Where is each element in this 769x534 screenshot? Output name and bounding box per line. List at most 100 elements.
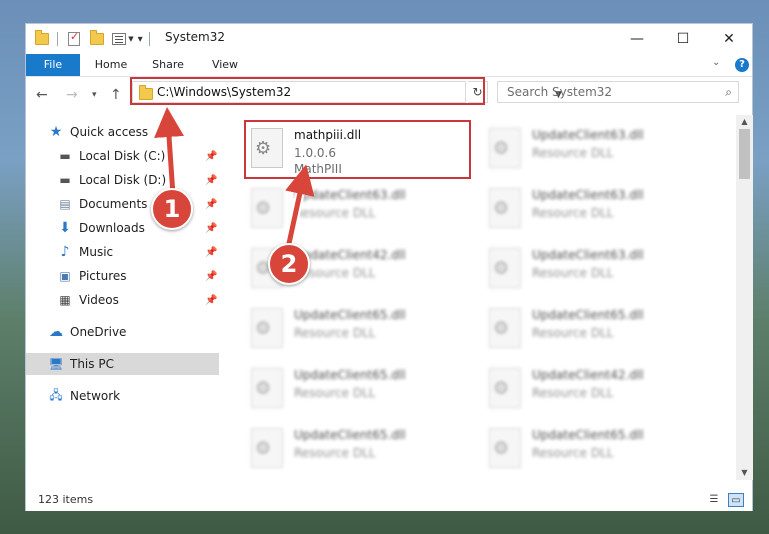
cloud-icon: ☁ bbox=[49, 324, 63, 340]
file-description: Resource DLL bbox=[532, 386, 614, 400]
file-name: UpdateClient65.dll bbox=[532, 428, 644, 442]
nav-item-label: Videos bbox=[79, 293, 119, 307]
callout-step-2: 2 bbox=[268, 243, 310, 285]
vertical-scrollbar[interactable]: ▲ ▼ bbox=[736, 115, 753, 480]
scroll-down-icon[interactable]: ▼ bbox=[736, 466, 753, 480]
pin-icon[interactable]: 📌 bbox=[205, 223, 217, 234]
file-description: Resource DLL bbox=[532, 206, 614, 220]
file-item[interactable]: UpdateClient65.dll Resource DLL bbox=[244, 420, 474, 476]
documents-icon: ▤ bbox=[59, 197, 71, 211]
network-icon: 🖧 bbox=[49, 387, 63, 402]
properties-check-icon[interactable] bbox=[68, 30, 80, 46]
scroll-up-icon[interactable]: ▲ bbox=[736, 115, 753, 129]
nav-item-network[interactable]: 🖧 Network bbox=[26, 385, 219, 407]
tab-home[interactable]: Home bbox=[84, 54, 138, 76]
minimize-button[interactable]: — bbox=[614, 24, 660, 54]
tab-file[interactable]: File bbox=[26, 54, 80, 76]
file-item[interactable]: UpdateClient63.dll Resource DLL bbox=[482, 180, 712, 236]
address-bar-row: ← → ▾ ↑ C:\Windows\System32 ▼ ↻ Search S… bbox=[26, 77, 752, 115]
item-count: 123 items bbox=[38, 493, 94, 506]
pin-icon[interactable]: 📌 bbox=[205, 199, 217, 210]
dll-file-icon bbox=[251, 428, 283, 468]
file-item[interactable]: UpdateClient65.dll Resource DLL bbox=[244, 360, 474, 416]
tab-share[interactable]: Share bbox=[141, 54, 195, 76]
nav-item-label: Documents bbox=[79, 197, 148, 211]
search-icon: ⌕ bbox=[725, 85, 732, 99]
scroll-thumb[interactable] bbox=[739, 129, 750, 179]
file-name: UpdateClient65.dll bbox=[294, 368, 406, 382]
title-bar: ▼ ▾ System32 — ☐ ✕ bbox=[26, 24, 752, 54]
dll-file-icon bbox=[489, 368, 521, 408]
nav-item-quick-access[interactable]: ★ Quick access bbox=[26, 121, 219, 143]
tiles-view-icon[interactable]: ▭ bbox=[728, 493, 744, 507]
nav-item-onedrive[interactable]: ☁ OneDrive bbox=[26, 321, 219, 343]
file-description: Resource DLL bbox=[294, 386, 376, 400]
navigation-pane: ★ Quick access ▬ Local Disk (C:) 📌 ▬ Loc… bbox=[26, 115, 219, 480]
dll-file-icon bbox=[489, 248, 521, 288]
search-input[interactable]: Search System32 ⌕ bbox=[497, 81, 739, 103]
dll-file-icon bbox=[251, 308, 283, 348]
back-icon[interactable]: ← bbox=[36, 87, 48, 103]
tab-view[interactable]: View bbox=[198, 54, 252, 76]
computer-icon: 🖥 bbox=[48, 357, 64, 371]
nav-item-local-disk-c[interactable]: ▬ Local Disk (C:) 📌 bbox=[26, 145, 219, 167]
pin-icon[interactable]: 📌 bbox=[205, 175, 217, 186]
dll-file-icon bbox=[489, 428, 521, 468]
file-item[interactable]: UpdateClient42.dll Resource DLL bbox=[482, 360, 712, 416]
file-description: Resource DLL bbox=[532, 266, 614, 280]
up-icon[interactable]: ↑ bbox=[110, 87, 122, 103]
qa-menu-icon[interactable]: ▾ bbox=[138, 34, 143, 45]
dll-file-icon bbox=[251, 368, 283, 408]
nav-item-label: Local Disk (C:) bbox=[79, 149, 166, 163]
nav-item-label: OneDrive bbox=[70, 325, 127, 339]
nav-item-downloads[interactable]: ⬇ Downloads 📌 bbox=[26, 217, 219, 239]
drive-icon: ▬ bbox=[59, 149, 71, 163]
maximize-button[interactable]: ☐ bbox=[660, 24, 706, 54]
file-name: UpdateClient42.dll bbox=[532, 368, 644, 382]
customize-icon[interactable] bbox=[112, 33, 126, 45]
nav-item-this-pc[interactable]: 🖥 This PC bbox=[26, 353, 219, 375]
help-icon[interactable]: ? bbox=[735, 58, 749, 72]
nav-item-local-disk-d[interactable]: ▬ Local Disk (D:) 📌 bbox=[26, 169, 219, 191]
star-icon: ★ bbox=[49, 124, 63, 140]
new-folder-icon[interactable] bbox=[90, 30, 104, 45]
nav-item-videos[interactable]: ▦ Videos 📌 bbox=[26, 289, 219, 311]
details-view-icon[interactable]: ☰ bbox=[706, 493, 722, 507]
pin-icon[interactable]: 📌 bbox=[205, 295, 217, 306]
file-list: mathpiii.dll 1.0.0.6 MathPIII UpdateClie… bbox=[219, 115, 736, 480]
nav-item-label: Network bbox=[70, 389, 121, 403]
nav-item-label: Music bbox=[79, 245, 114, 259]
file-name: UpdateClient65.dll bbox=[294, 308, 406, 322]
nav-item-music[interactable]: ♪ Music 📌 bbox=[26, 241, 219, 263]
dll-file-icon bbox=[251, 188, 283, 228]
file-item[interactable]: UpdateClient63.dll Resource DLL bbox=[244, 180, 474, 236]
pin-icon[interactable]: 📌 bbox=[205, 271, 217, 282]
file-item[interactable]: UpdateClient65.dll Resource DLL bbox=[482, 300, 712, 356]
expand-ribbon-icon[interactable]: ⌄ bbox=[712, 57, 720, 68]
file-item[interactable]: UpdateClient63.dll Resource DLL bbox=[482, 240, 712, 296]
nav-item-label: Local Disk (D:) bbox=[79, 173, 167, 187]
file-description: Resource DLL bbox=[532, 146, 614, 160]
file-highlight bbox=[244, 120, 471, 179]
nav-item-pictures[interactable]: ▣ Pictures 📌 bbox=[26, 265, 219, 287]
file-item[interactable]: UpdateClient65.dll Resource DLL bbox=[482, 420, 712, 476]
dropdown-arrow-icon[interactable]: ▼ bbox=[126, 35, 133, 43]
pictures-icon: ▣ bbox=[59, 269, 71, 283]
address-highlight bbox=[130, 77, 485, 105]
pin-icon[interactable]: 📌 bbox=[205, 247, 217, 258]
file-item[interactable]: UpdateClient63.dll Resource DLL bbox=[482, 120, 712, 176]
title-separator bbox=[148, 32, 150, 46]
pin-icon[interactable]: 📌 bbox=[205, 151, 217, 162]
nav-item-label: Quick access bbox=[70, 125, 149, 139]
search-placeholder: Search System32 bbox=[507, 85, 613, 99]
nav-item-label: This PC bbox=[70, 357, 114, 371]
file-item[interactable]: UpdateClient65.dll Resource DLL bbox=[244, 300, 474, 356]
music-icon: ♪ bbox=[60, 244, 70, 260]
recent-locations-icon[interactable]: ▾ bbox=[92, 90, 97, 100]
close-button[interactable]: ✕ bbox=[706, 24, 752, 54]
forward-icon[interactable]: → bbox=[66, 87, 78, 103]
file-explorer-window: ▼ ▾ System32 — ☐ ✕ File Home Share View … bbox=[25, 23, 753, 511]
folder-icon[interactable] bbox=[35, 30, 49, 45]
file-name: UpdateClient42.dll bbox=[294, 248, 406, 262]
file-name: UpdateClient63.dll bbox=[532, 248, 644, 262]
